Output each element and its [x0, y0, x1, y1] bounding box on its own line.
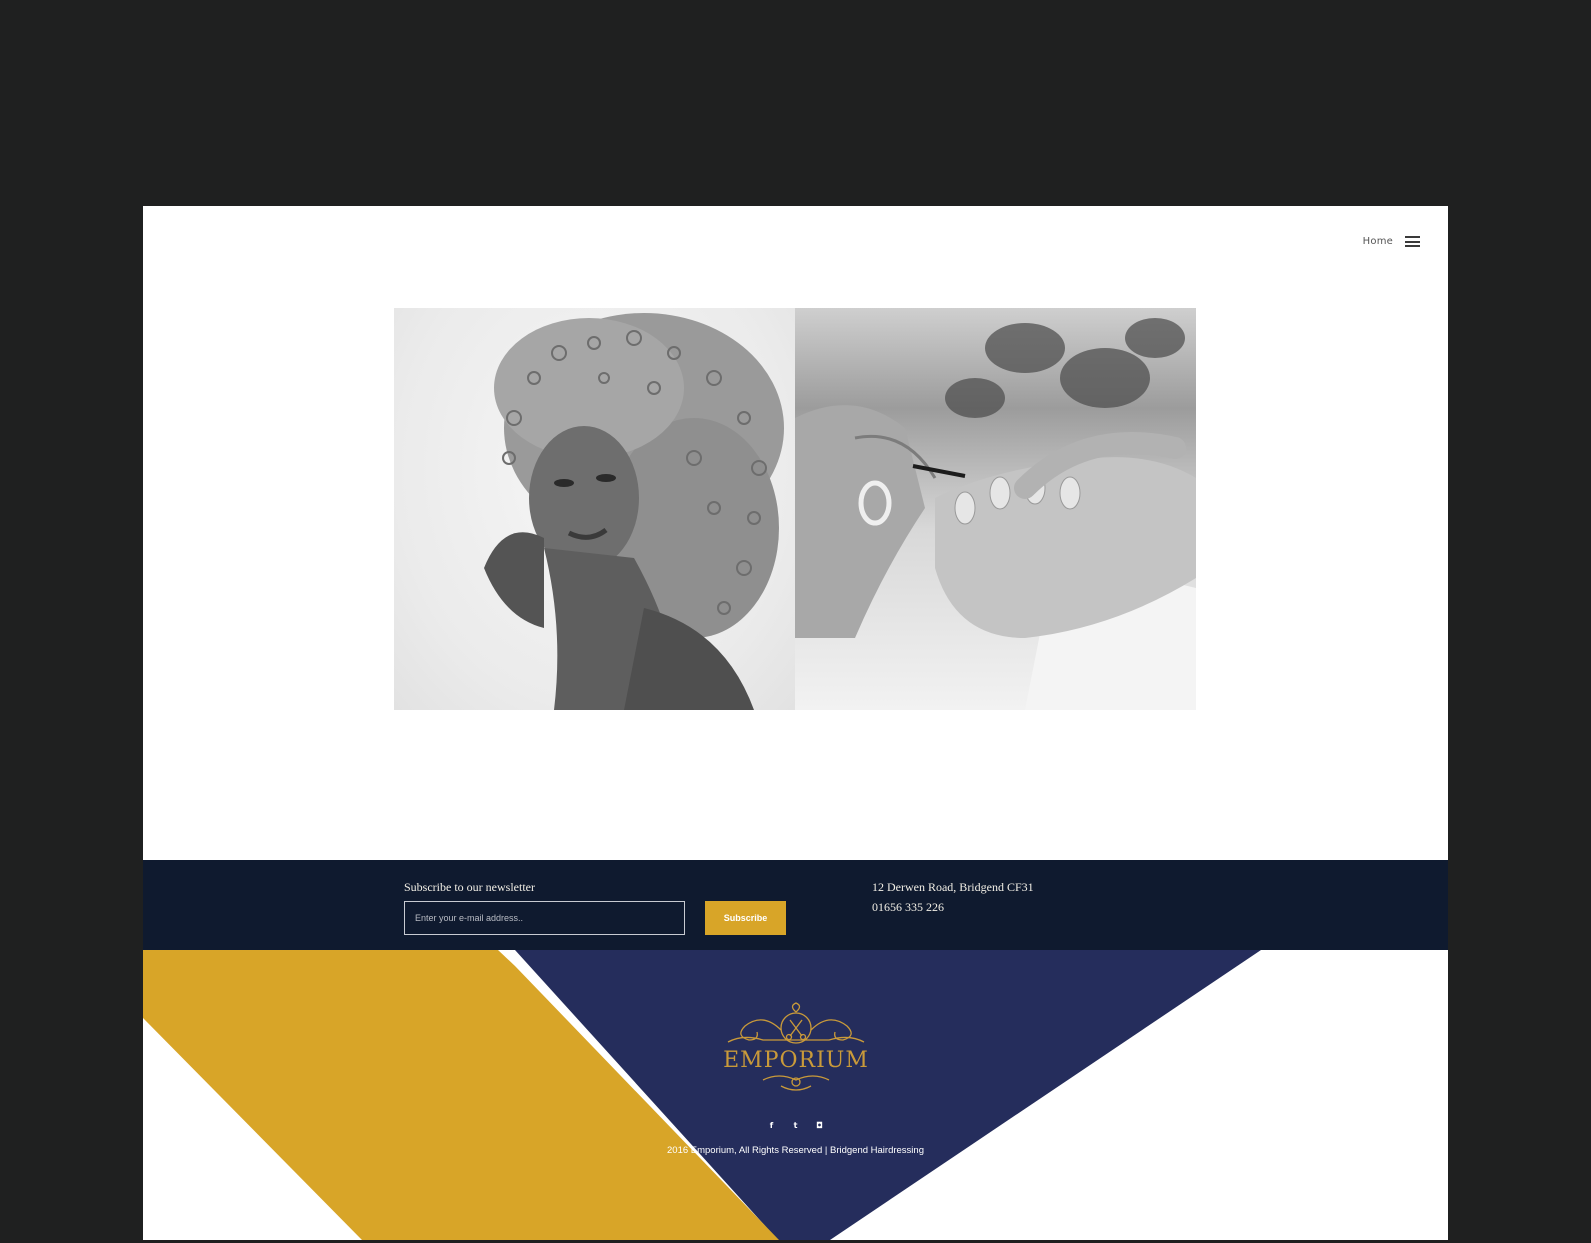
newsletter-band: Subscribe to our newsletter Subscribe 12…	[143, 860, 1448, 950]
portrait-photo	[394, 308, 795, 710]
logo-wordmark: EMPORIUM	[723, 1048, 869, 1073]
facebook-icon[interactable]: f	[767, 1120, 777, 1130]
portrait-illustration	[484, 313, 784, 710]
menu-bar	[1405, 236, 1420, 238]
contact-phone: 01656 335 226	[872, 900, 944, 914]
manicure-illustration	[795, 318, 1196, 710]
nav-home-link[interactable]: Home	[1363, 236, 1393, 247]
emporium-logo: EMPORIUM	[723, 1002, 869, 1091]
hamburger-menu-icon[interactable]	[1405, 236, 1420, 247]
copyright-text: 2016 Emporium, All Rights Reserved | Bri…	[667, 1145, 924, 1156]
hero-images	[394, 308, 1197, 710]
top-navigation: Home	[1363, 236, 1420, 247]
footer-geometric-background	[143, 950, 1448, 1240]
manicure-photo	[795, 308, 1196, 710]
website-page: Home Subscribe to our newsletter Enter y…	[143, 206, 1448, 1240]
menu-bar	[1405, 245, 1420, 247]
menu-bar	[1405, 240, 1420, 243]
contact-address: 12 Derwen Road, Bridgend CF31	[872, 880, 1034, 894]
footer: EMPORIUM f t ◘ 2016 Emporium, All Rights…	[143, 950, 1448, 1240]
twitter-icon[interactable]: t	[791, 1120, 801, 1130]
social-links: f t ◘	[143, 1120, 1448, 1130]
subscribe-button[interactable]: Subscribe	[705, 901, 786, 935]
instagram-icon[interactable]: ◘	[815, 1120, 825, 1130]
newsletter-email-input[interactable]	[404, 901, 685, 935]
newsletter-heading: Subscribe to our newsletter	[404, 880, 535, 894]
